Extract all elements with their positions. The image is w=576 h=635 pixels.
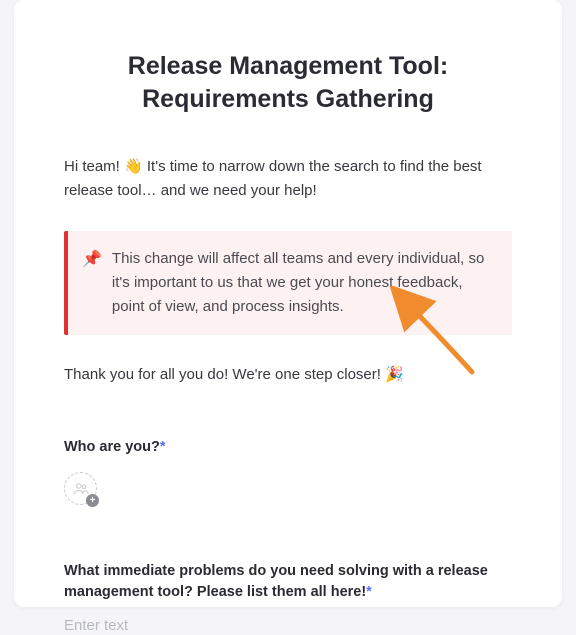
people-picker-button[interactable]: + [64, 472, 97, 505]
thanks-prefix: Thank you for all you do! We're one step… [64, 366, 385, 383]
question-who: Who are you?* + [64, 437, 512, 505]
wave-emoji: 👋 [124, 158, 143, 175]
plus-badge-icon: + [86, 494, 99, 507]
party-emoji: 🎉 [385, 366, 404, 383]
people-icon [72, 480, 90, 498]
question-who-text: Who are you? [64, 439, 160, 455]
question-problems-text: What immediate problems do you need solv… [64, 563, 488, 600]
question-problems-label: What immediate problems do you need solv… [64, 561, 512, 603]
required-marker: * [366, 584, 372, 600]
required-marker: * [160, 439, 166, 455]
callout-text: This change will affect all teams and ev… [112, 247, 494, 319]
question-problems: What immediate problems do you need solv… [64, 561, 512, 635]
intro-text: Hi team! 👋 It's time to narrow down the … [64, 155, 512, 203]
intro-prefix: Hi team! [64, 158, 124, 175]
form-card: Release Management Tool: Requirements Ga… [14, 0, 562, 607]
problems-input[interactable] [64, 617, 512, 634]
pin-icon: 📌 [82, 247, 102, 319]
callout-box: 📌 This change will affect all teams and … [64, 231, 512, 335]
question-who-label: Who are you?* [64, 437, 512, 458]
thanks-text: Thank you for all you do! We're one step… [64, 363, 512, 387]
page-title: Release Management Tool: Requirements Ga… [64, 50, 512, 115]
